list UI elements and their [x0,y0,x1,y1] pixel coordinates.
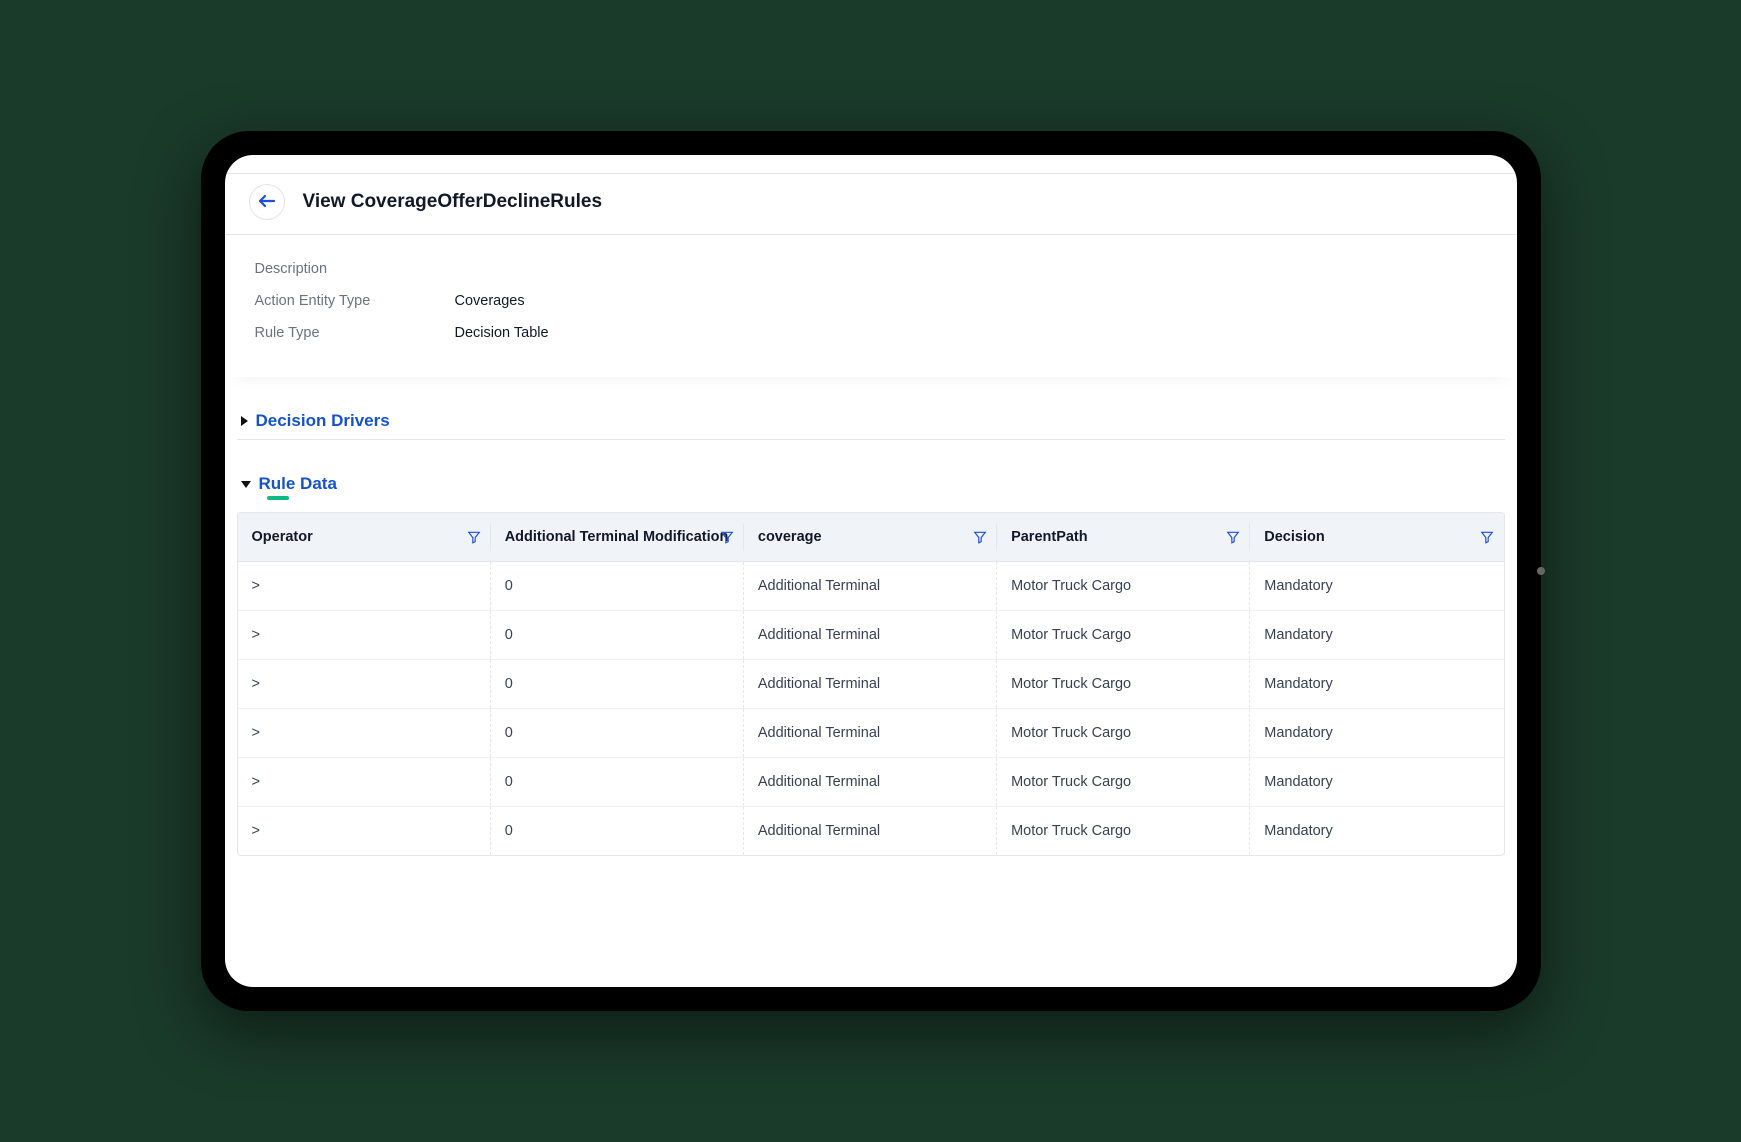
section-toggle-decision-drivers[interactable]: Decision Drivers [237,405,1505,440]
table-header-row: Operator Additional Terminal Modificatio… [238,513,1504,562]
cell-operator: > [238,709,491,758]
filter-icon[interactable] [467,530,481,544]
filter-icon[interactable] [1226,530,1240,544]
cell-modification: 0 [491,807,744,856]
cell-parentpath: Motor Truck Cargo [997,660,1250,709]
page-title: View CoverageOfferDeclineRules [303,191,603,213]
page-header: View CoverageOfferDeclineRules [225,173,1517,235]
cell-parentpath: Motor Truck Cargo [997,709,1250,758]
column-header-parentpath[interactable]: ParentPath [997,513,1250,562]
cell-coverage: Additional Terminal [744,807,997,856]
detail-row-rule-type: Rule Type Decision Table [255,317,1487,349]
cell-operator: > [238,562,491,611]
rule-data-table: Operator Additional Terminal Modificatio… [237,512,1505,856]
column-header-decision[interactable]: Decision [1250,513,1503,562]
cell-decision: Mandatory [1250,807,1503,856]
section-decision-drivers: Decision Drivers [225,405,1517,440]
cell-coverage: Additional Terminal [744,562,997,611]
cell-modification: 0 [491,709,744,758]
cell-modification: 0 [491,611,744,660]
detail-row-description: Description [255,253,1487,285]
column-label: Decision [1264,529,1324,545]
detail-label: Action Entity Type [255,293,455,309]
app-content: View CoverageOfferDeclineRules Descripti… [225,155,1517,987]
column-header-coverage[interactable]: coverage [744,513,997,562]
cell-coverage: Additional Terminal [744,709,997,758]
details-panel: Description Action Entity Type Coverages… [225,235,1517,377]
cell-parentpath: Motor Truck Cargo [997,611,1250,660]
table-row[interactable]: >0Additional TerminalMotor Truck CargoMa… [238,758,1504,807]
cell-parentpath: Motor Truck Cargo [997,807,1250,856]
cell-modification: 0 [491,758,744,807]
cell-modification: 0 [491,562,744,611]
tablet-device-frame: View CoverageOfferDeclineRules Descripti… [201,131,1541,1011]
back-button[interactable] [249,184,285,220]
detail-value: Decision Table [455,325,549,341]
caret-right-icon [241,416,248,426]
cell-decision: Mandatory [1250,611,1503,660]
cell-operator: > [238,611,491,660]
detail-value: Coverages [455,293,525,309]
table-row[interactable]: >0Additional TerminalMotor Truck CargoMa… [238,807,1504,856]
cell-decision: Mandatory [1250,758,1503,807]
filter-icon[interactable] [973,530,987,544]
arrow-left-icon [258,194,276,211]
cell-operator: > [238,758,491,807]
detail-label: Rule Type [255,325,455,341]
table-row[interactable]: >0Additional TerminalMotor Truck CargoMa… [238,562,1504,611]
cell-decision: Mandatory [1250,660,1503,709]
cell-parentpath: Motor Truck Cargo [997,562,1250,611]
table-row[interactable]: >0Additional TerminalMotor Truck CargoMa… [238,709,1504,758]
cell-modification: 0 [491,660,744,709]
screen: View CoverageOfferDeclineRules Descripti… [225,155,1517,987]
cell-decision: Mandatory [1250,562,1503,611]
detail-row-action-entity-type: Action Entity Type Coverages [255,285,1487,317]
cell-decision: Mandatory [1250,709,1503,758]
column-label: Operator [252,529,313,545]
cell-coverage: Additional Terminal [744,611,997,660]
cell-operator: > [238,807,491,856]
filter-icon[interactable] [1480,530,1494,544]
table-row[interactable]: >0Additional TerminalMotor Truck CargoMa… [238,660,1504,709]
cell-coverage: Additional Terminal [744,758,997,807]
column-header-operator[interactable]: Operator [238,513,491,562]
detail-label: Description [255,261,455,277]
column-label: ParentPath [1011,529,1088,545]
filter-icon[interactable] [720,530,734,544]
column-header-modification[interactable]: Additional Terminal Modification [491,513,744,562]
section-title: Rule Data [259,474,337,494]
section-toggle-rule-data[interactable]: Rule Data [237,468,1505,502]
column-label: coverage [758,529,822,545]
cell-parentpath: Motor Truck Cargo [997,758,1250,807]
section-title: Decision Drivers [256,411,390,431]
section-rule-data: Rule Data [225,468,1517,502]
caret-down-icon [241,481,251,488]
column-label: Additional Terminal Modification [505,529,729,545]
cell-coverage: Additional Terminal [744,660,997,709]
table-row[interactable]: >0Additional TerminalMotor Truck CargoMa… [238,611,1504,660]
cell-operator: > [238,660,491,709]
